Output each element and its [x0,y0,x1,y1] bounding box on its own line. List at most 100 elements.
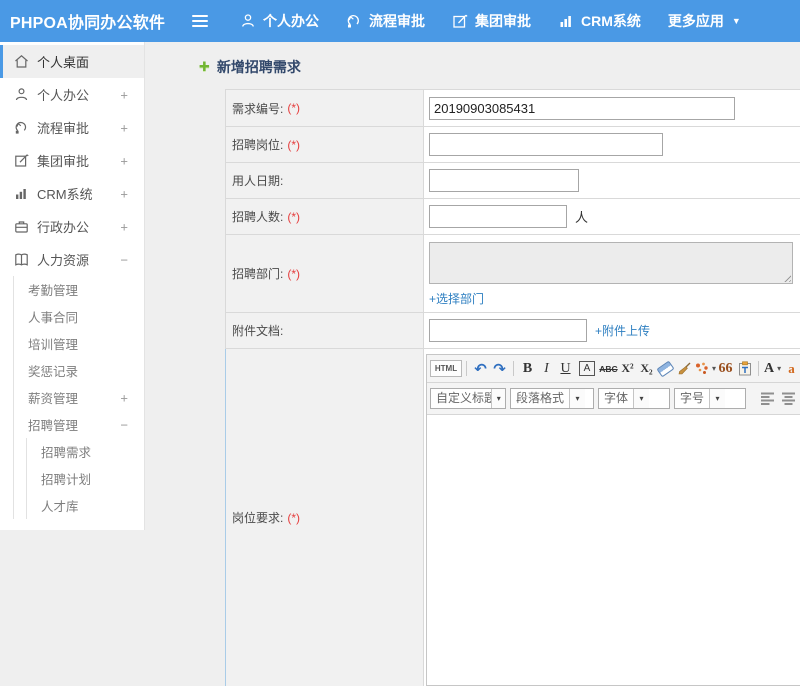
plus-icon: ✚ [199,59,210,74]
sidebar-item-label: 人力资源 [37,253,90,268]
expand-toggle[interactable]: + [120,219,128,234]
bar-chart-icon [558,13,574,29]
highlight-color-button[interactable]: ▾ [694,359,716,379]
expand-toggle[interactable]: + [120,390,128,405]
top-nav: 个人办公 流程审批 集团审批 CRM系统 更多应用 ▼ [240,11,768,31]
expand-toggle[interactable]: + [120,120,128,135]
field-label: 岗位要求: [232,511,284,525]
sidebar-item-label: 个人桌面 [37,55,90,70]
sidebar-item-label: 考勤管理 [28,284,79,298]
expand-toggle[interactable]: + [120,153,128,168]
align-center-icon [782,392,795,405]
sidebar-item-personal-office[interactable]: 个人办公 + [0,78,144,111]
blockquote-button[interactable]: 66 [716,359,735,379]
sidebar-item-process-approval[interactable]: 流程审批 + [0,111,144,144]
paste-button[interactable] [735,359,754,379]
paragraph-format-select[interactable]: 段落格式 ▾ [510,388,594,409]
sidebar-item-label: 行政办公 [37,220,90,235]
sidebar-item-salary-management[interactable]: 薪资管理 + [14,384,144,411]
char-border-button[interactable]: A [579,361,595,376]
chevron-down-icon: ▾ [491,389,505,408]
briefcase-icon [13,219,29,234]
sidebar-item-label: 招聘管理 [28,419,79,433]
background-color-button[interactable]: a [782,359,800,379]
bold-button[interactable]: B [518,359,537,379]
brush-icon [678,362,691,375]
attachment-upload-link[interactable]: +附件上传 [595,322,650,339]
field-label: 招聘人数: [232,210,284,224]
editor-content[interactable] [427,415,800,685]
strikethrough-button[interactable]: ABC [599,359,618,379]
field-label: 招聘岗位: [232,138,284,152]
department-textarea[interactable] [429,242,793,284]
nav-crm-system[interactable]: CRM系统 [558,11,641,31]
underline-button[interactable]: U [556,359,575,379]
expand-toggle[interactable]: − [120,252,128,267]
sidebar-item-label: 薪资管理 [28,392,79,406]
font-color-button[interactable]: A ▾ [763,359,782,379]
toolbar-separator [758,361,760,376]
expand-toggle[interactable]: + [120,87,128,102]
sidebar-item-recruitment-demand[interactable]: 招聘需求 [27,438,144,465]
sidebar-item-label: 招聘计划 [41,473,92,487]
expand-toggle[interactable]: − [120,417,128,432]
form-row-recruitment-position: 招聘岗位: (*) [225,127,800,163]
eraser-button[interactable] [656,359,675,379]
required-mark: (*) [287,266,301,281]
custom-title-select[interactable]: 自定义标题 ▾ [430,388,506,409]
redo-button[interactable]: ↷ [490,359,509,379]
sidebar-item-label: 流程审批 [37,121,90,136]
recruitment-count-input[interactable] [429,205,567,228]
sidebar: 个人桌面 个人办公 + 流程审批 + 集团审批 + CRM系统 + 行政办公 +… [0,42,145,530]
form-row-recruitment-count: 招聘人数: (*) 人 [225,199,800,235]
eraser-icon [656,360,675,377]
html-source-button[interactable]: HTML [430,360,462,377]
font-size-select[interactable]: 字号 ▾ [674,388,746,409]
demand-number-input[interactable] [429,96,735,120]
sidebar-item-talent-pool[interactable]: 人才库 [27,492,144,519]
nav-more-apps[interactable]: 更多应用 ▼ [668,11,741,31]
sidebar-item-reward-punishment-records[interactable]: 奖惩记录 [14,357,144,384]
undo-button[interactable]: ↶ [471,359,490,379]
sidebar-item-personnel-contract[interactable]: 人事合同 [14,303,144,330]
sidebar-item-recruitment-management[interactable]: 招聘管理 − [14,411,144,438]
page-title: 新增招聘需求 [216,59,301,75]
superscript-button[interactable]: X² [618,359,637,379]
required-mark: (*) [287,510,301,525]
sidebar-item-human-resources[interactable]: 人力资源 − [0,243,144,276]
book-icon [13,252,29,267]
nav-label: 更多应用 [667,13,724,29]
sidebar-item-personal-desktop[interactable]: 个人桌面 [0,45,144,78]
required-mark: (*) [287,209,301,224]
recruitment-position-input[interactable] [429,133,663,156]
user-icon [13,87,29,102]
format-brush-button[interactable] [675,359,694,379]
sidebar-item-recruitment-plan[interactable]: 招聘计划 [27,465,144,492]
sidebar-item-label: 招聘需求 [41,446,92,460]
expand-toggle[interactable]: + [120,186,128,201]
employment-date-input[interactable] [429,169,579,192]
sidebar-item-attendance-management[interactable]: 考勤管理 [14,276,144,303]
sidebar-item-group-approval[interactable]: 集团审批 + [0,144,144,177]
attachment-input[interactable] [429,319,587,342]
nav-personal-office[interactable]: 个人办公 [240,11,319,31]
italic-button[interactable]: I [537,359,556,379]
align-center-button[interactable] [780,390,797,407]
align-left-button[interactable] [759,390,776,407]
font-family-select[interactable]: 字体 ▾ [598,388,670,409]
app-window: PHPOA协同办公软件 个人办公 流程审批 集团审批 CRM系统 更多应用 ▼ … [0,0,800,686]
select-department-link[interactable]: +选择部门 [429,290,484,307]
app-logo: PHPOA协同办公软件 [10,15,166,32]
menu-toggle-button[interactable] [192,15,210,27]
sidebar-item-crm-system[interactable]: CRM系统 + [0,177,144,210]
sidebar-item-admin-office[interactable]: 行政办公 + [0,210,144,243]
toolbar-separator [513,361,514,376]
sidebar-item-label: 培训管理 [28,338,79,352]
edit-square-icon [13,153,29,168]
sidebar-item-training-management[interactable]: 培训管理 [14,330,144,357]
nav-group-approval[interactable]: 集团审批 [452,11,531,31]
chevron-down-icon: ▾ [777,364,782,373]
subscript-button[interactable]: X₂ [637,359,656,379]
nav-process-approval[interactable]: 流程审批 [346,11,425,31]
resize-grip[interactable] [782,273,791,282]
